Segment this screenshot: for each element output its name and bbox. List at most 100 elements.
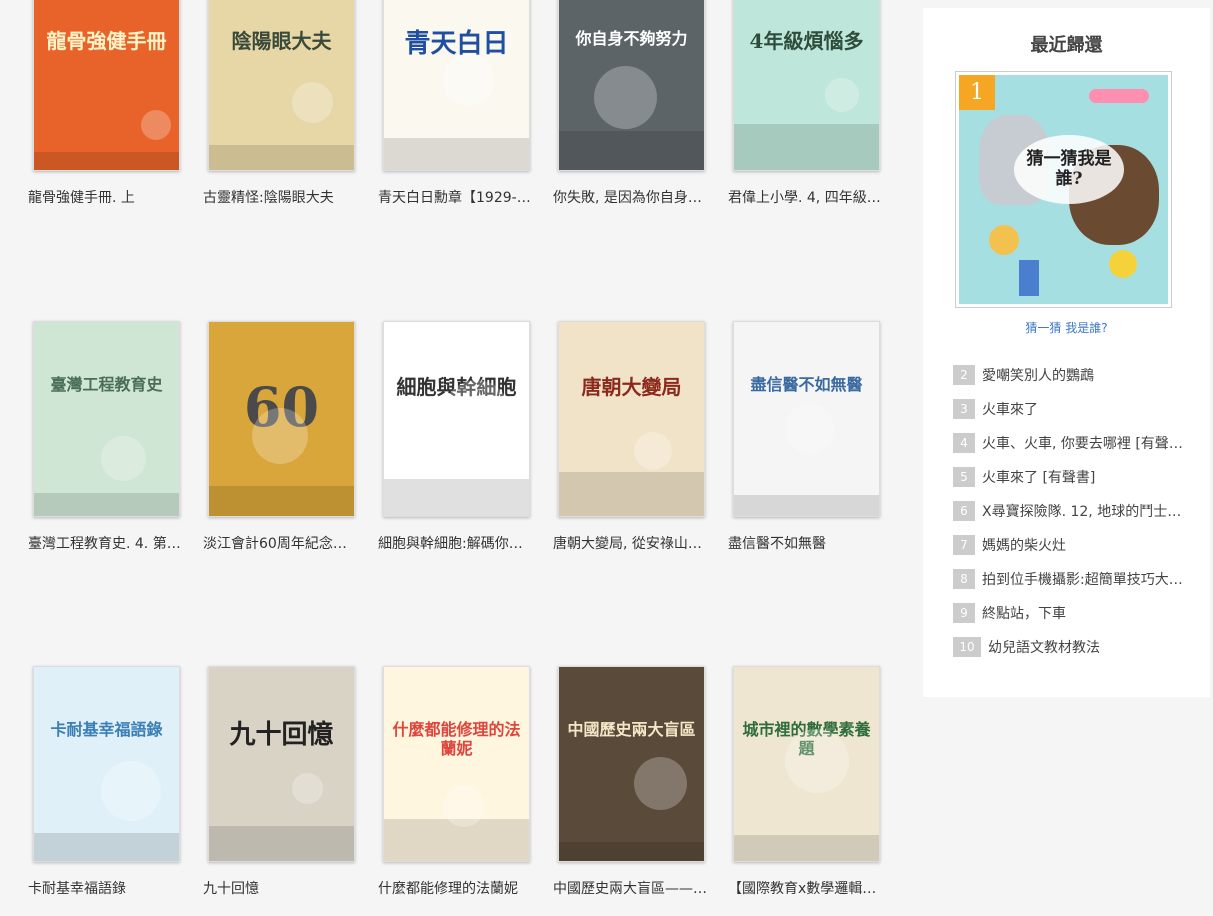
book-title-link[interactable]: 細胞與幹細胞:解碼你的身體 (378, 533, 533, 553)
cover-decoration (209, 826, 354, 861)
rank-book-title-link[interactable]: 拍到位手機攝影:超簡單技巧大公開 (982, 569, 1187, 589)
book-cover-title: 九十回憶 (229, 720, 334, 751)
rank-book-title-link[interactable]: 愛嘲笑別人的鸚鵡 (982, 365, 1094, 385)
book-cover[interactable]: 臺灣工程教育史 (33, 321, 180, 517)
cover-decoration (292, 773, 323, 804)
cover-decoration (559, 131, 704, 170)
cover-decoration (734, 495, 879, 516)
rank-list-item[interactable]: 6 X尋寶探險隊. 12, 地球的鬥士能源 (953, 494, 1193, 528)
cover-decoration (141, 110, 171, 140)
book-item[interactable]: 青天白日青天白日勳章【1929-2022】 (378, 0, 538, 207)
rank-book-title-link[interactable]: 幼兒語文教材教法 (988, 637, 1100, 657)
book-cover-title: 唐朝大變局 (581, 375, 682, 400)
book-cover[interactable]: 城市裡的數學素養題 (733, 666, 880, 862)
book-item[interactable]: 城市裡的數學素養題【國際教育x數學邏輯】城市裡的數學素養題 (728, 666, 888, 898)
book-item[interactable]: 細胞與幹細胞細胞與幹細胞:解碼你的身體 (378, 321, 538, 553)
book-grid: 龍骨強健手冊 龍骨強健手冊. 上陰陽眼大夫 古靈精怪:陰陽眼大夫 青天白日 青天白日勳章… (0, 0, 905, 916)
featured-book[interactable]: 1 猜一猜我是誰? (955, 71, 1172, 308)
rank-book-title-link[interactable]: 終點站，下車 (982, 603, 1066, 623)
book-title-link[interactable]: 盡信醫不如無醫 (728, 533, 883, 553)
cover-decoration (785, 404, 834, 453)
book-cover[interactable]: 卡耐基幸福語錄 (33, 666, 180, 862)
rank-list-item[interactable]: 10 幼兒語文教材教法 (953, 630, 1193, 664)
book-title-link[interactable]: 龍骨強健手冊. 上 (28, 187, 183, 207)
cover-decoration (443, 380, 510, 447)
book-title-link[interactable]: 唐朝大變局, 從安祿山到黃巢 (553, 533, 708, 553)
book-title-link[interactable]: 什麼都能修理的法蘭妮 (378, 878, 533, 898)
book-item[interactable]: 龍骨強健手冊龍骨強健手冊. 上 (28, 0, 188, 207)
book-cover[interactable]: 盡信醫不如無醫 (733, 321, 880, 517)
book-cover-title: 中國歷史兩大盲區 (567, 720, 696, 740)
cover-decoration (594, 66, 657, 129)
book-cover[interactable]: 什麼都能修理的法蘭妮 (383, 666, 530, 862)
book-title-link[interactable]: 卡耐基幸福語錄 (28, 878, 183, 898)
book-cover[interactable]: 青天白日 (383, 0, 530, 171)
featured-book-title-link[interactable]: 猜一猜 我是誰? (923, 319, 1210, 336)
rank-book-title-link[interactable]: 火車、火車, 你要去哪裡 [有聲書] (982, 433, 1187, 453)
featured-rank-badge: 1 (959, 75, 995, 110)
book-cover-title: 陰陽眼大夫 (231, 29, 332, 54)
book-cover-title: 龍骨強健手冊 (46, 29, 167, 54)
rank-list-item[interactable]: 4 火車、火車, 你要去哪裡 [有聲書] (953, 426, 1193, 460)
cover-decoration (734, 835, 879, 861)
rank-number-badge: 8 (953, 569, 975, 589)
book-cover[interactable]: 龍骨強健手冊 (33, 0, 180, 171)
book-cover[interactable]: 唐朝大變局 (558, 321, 705, 517)
book-cover[interactable]: 九十回憶 (208, 666, 355, 862)
book-item[interactable]: 60 淡江會計60周年紀念專刊 (203, 321, 363, 553)
cover-decoration (209, 486, 354, 516)
sidebar-title: 最近歸還 (1030, 35, 1103, 56)
book-cover[interactable]: 細胞與幹細胞 (383, 321, 530, 517)
cover-decoration (559, 472, 704, 516)
featured-book-cover[interactable]: 1 猜一猜我是誰? (959, 75, 1168, 304)
book-cover[interactable]: 4年級煩惱多 (733, 0, 880, 171)
rank-book-title-link[interactable]: 火車來了 [有聲書] (982, 467, 1095, 487)
rank-list-item[interactable]: 3 火車來了 (953, 392, 1193, 426)
book-cover-title: 盡信醫不如無醫 (750, 375, 863, 395)
book-cover[interactable]: 中國歷史兩大盲區 (558, 666, 705, 862)
rank-list-item[interactable]: 7 媽媽的柴火灶 (953, 528, 1193, 562)
book-item[interactable]: 4年級煩惱多君偉上小學. 4, 四年級煩惱多 (728, 0, 888, 207)
book-item[interactable]: 九十回憶 九十回憶 (203, 666, 363, 898)
book-item[interactable]: 盡信醫不如無醫 盡信醫不如無醫 (728, 321, 888, 553)
book-cover[interactable]: 你自身不夠努力 (558, 0, 705, 171)
cover-decoration (292, 82, 333, 123)
book-item[interactable]: 唐朝大變局唐朝大變局, 從安祿山到黃巢 (553, 321, 713, 553)
rank-list-item[interactable]: 5 火車來了 [有聲書] (953, 460, 1193, 494)
rank-list-item[interactable]: 9 終點站，下車 (953, 596, 1193, 630)
rank-number-badge: 2 (953, 365, 975, 385)
cover-decoration (825, 78, 859, 112)
page: 龍骨強健手冊 龍骨強健手冊. 上陰陽眼大夫 古靈精怪:陰陽眼大夫 青天白日 青天白日勳章… (0, 0, 1213, 916)
book-cover-title: 卡耐基幸福語錄 (50, 720, 163, 740)
rank-number-badge: 3 (953, 399, 975, 419)
book-item[interactable]: 陰陽眼大夫古靈精怪:陰陽眼大夫 (203, 0, 363, 207)
book-title-link[interactable]: 臺灣工程教育史. 4. 第二篇 (28, 533, 183, 553)
book-title-link[interactable]: 九十回憶 (203, 878, 358, 898)
cover-decoration (34, 493, 179, 516)
cover-decoration (252, 408, 308, 464)
book-item[interactable]: 你自身不夠努力你失敗, 是因為你自身不夠努力 (553, 0, 713, 207)
cover-decoration (785, 729, 849, 793)
rank-list-item[interactable]: 8 拍到位手機攝影:超簡單技巧大公開 (953, 562, 1193, 596)
book-title-link[interactable]: 君偉上小學. 4, 四年級煩惱多 (728, 187, 883, 207)
rank-book-title-link[interactable]: 媽媽的柴火灶 (982, 535, 1066, 555)
rank-book-title-link[interactable]: X尋寶探險隊. 12, 地球的鬥士能源 (982, 501, 1187, 521)
cover-decoration (101, 761, 161, 821)
book-item[interactable]: 卡耐基幸福語錄 卡耐基幸福語錄 (28, 666, 188, 898)
book-title-link[interactable]: 你失敗, 是因為你自身不夠努力 (553, 187, 708, 207)
book-cover-title: 4年級煩惱多 (749, 29, 864, 54)
book-title-link[interactable]: 淡江會計60周年紀念專刊 (203, 533, 358, 553)
book-cover[interactable]: 60 (208, 321, 355, 517)
book-item[interactable]: 臺灣工程教育史臺灣工程教育史. 4. 第二篇 (28, 321, 188, 553)
book-item[interactable]: 什麼都能修理的法蘭妮 什麼都能修理的法蘭妮 (378, 666, 538, 898)
rank-list-item[interactable]: 2 愛嘲笑別人的鸚鵡 (953, 358, 1193, 392)
book-cover[interactable]: 陰陽眼大夫 (208, 0, 355, 171)
book-item[interactable]: 中國歷史兩大盲區中國歷史兩大盲區——華夏、救駒建國之謎 (553, 666, 713, 898)
book-title-link[interactable]: 中國歷史兩大盲區——華夏、救駒建國之謎 (553, 878, 708, 898)
book-title-link[interactable]: 青天白日勳章【1929-2022】 (378, 187, 533, 207)
recently-returned-list: 2 愛嘲笑別人的鸚鵡 3 火車來了 4 火車、火車, 你要去哪裡 [有聲書] 5 火車來了 [… (953, 358, 1193, 664)
rank-number-badge: 6 (953, 501, 975, 521)
rank-book-title-link[interactable]: 火車來了 (982, 399, 1038, 419)
book-title-link[interactable]: 古靈精怪:陰陽眼大夫 (203, 187, 358, 207)
book-title-link[interactable]: 【國際教育x數學邏輯】城市裡的數學素養題 (728, 878, 883, 898)
